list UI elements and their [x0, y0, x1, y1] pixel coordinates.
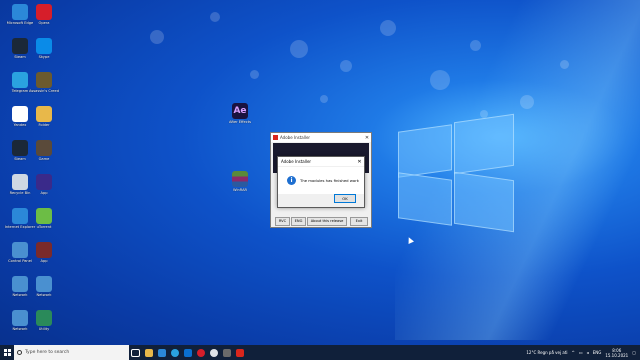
bokeh — [470, 40, 481, 51]
app-icon — [36, 242, 52, 258]
bokeh — [430, 70, 450, 90]
desktop-icon-label: Utility — [38, 327, 50, 331]
steam-icon[interactable] — [207, 345, 220, 360]
logo-pane — [454, 171, 514, 233]
eng-button[interactable]: ENG — [291, 217, 306, 226]
bokeh — [340, 60, 352, 72]
folder-icon — [36, 106, 52, 122]
network-icon[interactable]: ▭ — [579, 350, 583, 355]
network-icon — [36, 276, 52, 292]
desktop-icon-label: WinRAR — [232, 188, 248, 192]
notification-icon[interactable]: ▢ — [632, 350, 636, 355]
installer-title: Adobe Installer — [280, 135, 311, 140]
volume-icon[interactable]: ◂ — [587, 350, 589, 355]
bokeh — [290, 40, 308, 58]
bokeh — [320, 95, 328, 103]
dialog-body: i The modules has finished work — [278, 167, 364, 194]
desktop-icon-label: App — [40, 191, 48, 195]
desktop-icon-label: After Effects — [229, 120, 251, 124]
bokeh — [380, 20, 396, 36]
dialog-titlebar[interactable]: Adobe Installer ✕ — [278, 157, 364, 166]
taskbar: Type here to search 12°C Regn på vej ati… — [0, 345, 640, 360]
desktop-icon[interactable]: Assassin's Creed — [26, 72, 62, 93]
weather-widget[interactable]: 12°C Regn på vej ati — [526, 350, 567, 355]
dialog-title: Adobe Installer — [281, 159, 312, 164]
logo-pane — [454, 113, 514, 175]
game-icon — [36, 72, 52, 88]
desktop-icon[interactable]: Game — [26, 140, 62, 161]
installer-icon[interactable] — [233, 345, 246, 360]
game-icon — [36, 140, 52, 156]
desktop-icon[interactable]: App — [26, 174, 62, 195]
ok-button[interactable]: OK — [334, 194, 356, 203]
dialog-message: The modules has finished work — [300, 178, 359, 183]
desktop-icon-label: App — [40, 259, 48, 263]
opera-icon[interactable] — [194, 345, 207, 360]
desktop-icon-label: Opera — [38, 21, 50, 25]
desktop-icon-label: uTorrent — [36, 225, 52, 229]
desktop-icon-label: Game — [38, 157, 50, 161]
language-indicator[interactable]: ENG — [593, 350, 602, 355]
desktop-icon[interactable]: Network — [26, 276, 62, 297]
desktop-icon-label: Folder — [38, 123, 50, 127]
winrar-icon — [232, 171, 248, 187]
desktop-icon[interactable]: Opera — [26, 4, 62, 25]
about-release-button[interactable]: About this release — [307, 217, 347, 226]
bokeh — [520, 95, 534, 109]
desktop-icon-after-effects[interactable]: Ae After Effects — [222, 103, 258, 124]
clock-date: 15.10.2021 — [605, 352, 629, 358]
app-icon — [36, 174, 52, 190]
clock[interactable]: 8:06 15.10.2021 — [605, 348, 628, 358]
desktop-icon-label: Network — [36, 293, 52, 297]
desktop-icon[interactable]: App — [26, 242, 62, 263]
message-dialog[interactable]: Adobe Installer ✕ i The modules has fini… — [277, 156, 365, 208]
app-icon[interactable] — [220, 345, 233, 360]
bokeh — [560, 60, 569, 69]
bokeh — [150, 30, 164, 44]
chevron-up-icon[interactable]: ^ — [572, 350, 575, 355]
windows-logo — [398, 113, 514, 233]
close-icon[interactable]: ✕ — [363, 135, 371, 141]
adobe-icon — [273, 135, 278, 140]
desktop-icon-label: Skype — [38, 55, 50, 59]
telegram-icon[interactable] — [168, 345, 181, 360]
exit-button[interactable]: Exit — [350, 217, 368, 226]
info-icon: i — [287, 176, 296, 185]
windows-icon — [3, 349, 11, 356]
search-placeholder: Type here to search — [25, 350, 70, 355]
search-icon — [17, 350, 22, 355]
after-effects-icon: Ae — [232, 103, 248, 119]
store-icon[interactable] — [155, 345, 168, 360]
bokeh — [250, 70, 259, 79]
system-tray: 12°C Regn på vej ati ^ ▭ ◂ ENG 8:06 15.1… — [522, 348, 640, 358]
file-explorer-icon[interactable] — [142, 345, 155, 360]
utility-icon — [36, 310, 52, 326]
close-icon[interactable]: ✕ — [355, 159, 364, 165]
task-view-icon[interactable] — [129, 345, 142, 360]
desktop-icon[interactable]: uTorrent — [26, 208, 62, 229]
installer-titlebar[interactable]: Adobe Installer ✕ — [271, 133, 371, 142]
skype-icon — [36, 38, 52, 54]
logo-pane — [398, 124, 452, 178]
rvc-button[interactable]: RVC — [275, 217, 290, 226]
desktop-icon-winrar[interactable]: WinRAR — [222, 171, 258, 192]
desktop-icon-label: Assassin's Creed — [28, 89, 60, 93]
logo-pane — [398, 172, 452, 226]
opera-icon — [36, 4, 52, 20]
bokeh — [210, 12, 220, 22]
desktop-icon[interactable]: Skype — [26, 38, 62, 59]
desktop-icon[interactable]: Folder — [26, 106, 62, 127]
mail-icon[interactable] — [181, 345, 194, 360]
desktop-icon[interactable]: Utility — [26, 310, 62, 331]
taskbar-search[interactable]: Type here to search — [14, 345, 129, 360]
utorrent-icon — [36, 208, 52, 224]
start-button[interactable] — [0, 345, 14, 360]
